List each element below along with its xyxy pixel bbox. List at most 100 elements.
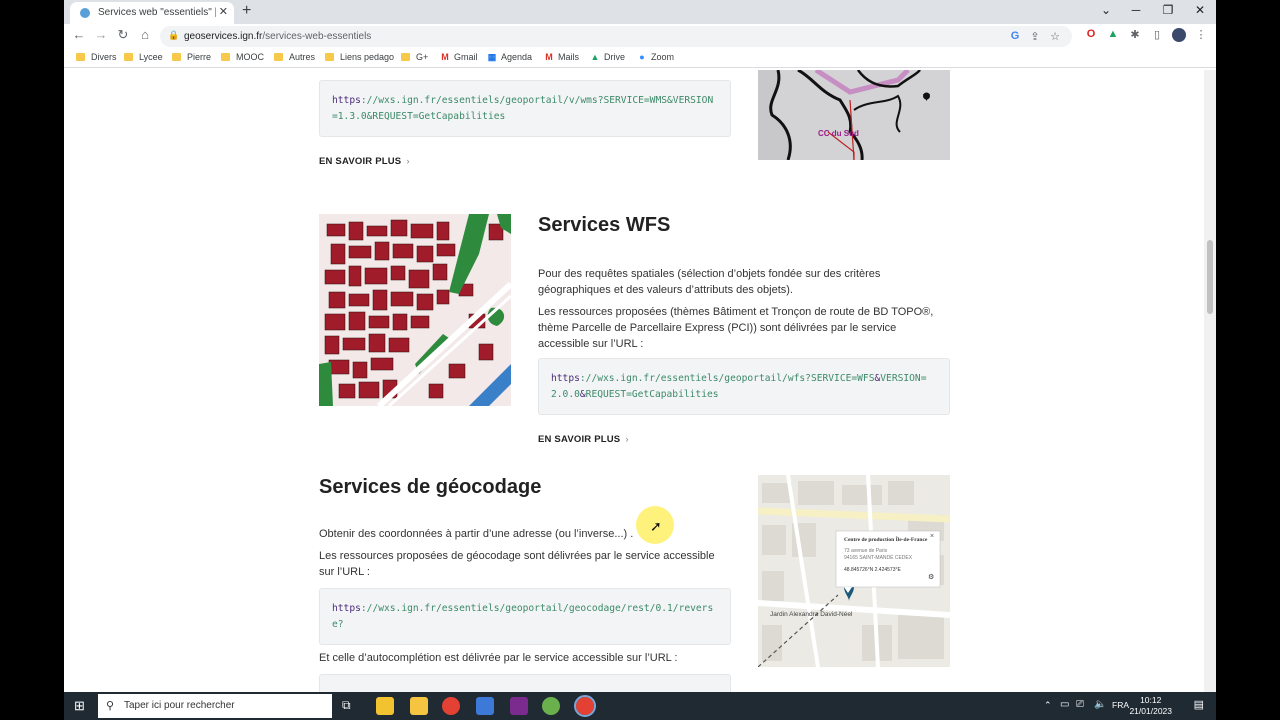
wfs-map-thumbnail	[319, 214, 511, 406]
close-window-icon[interactable]: ✕	[1188, 3, 1212, 17]
new-tab-button[interactable]: +	[242, 2, 251, 20]
page-scrollbar[interactable]	[1204, 70, 1216, 692]
address-bar[interactable]: 🔒 geoservices.ign.fr/services-web-essent…	[160, 26, 1072, 47]
folder-icon	[76, 53, 85, 61]
bookmark-divers[interactable]: Divers	[76, 52, 117, 62]
folder-icon	[221, 53, 230, 61]
forward-arrow-icon[interactable]: →	[92, 27, 110, 42]
scrollbar-thumb[interactable]	[1207, 240, 1213, 314]
folder-icon	[172, 53, 181, 61]
windows-taskbar: ⊞ ⚲ Taper ici pour rechercher ⧉ ⌃ ▭ ⎚ 🔈 …	[64, 692, 1216, 720]
minimize-icon[interactable]: ─	[1124, 3, 1148, 17]
taskbar-search-placeholder: Taper ici pour rechercher	[124, 700, 235, 711]
tray-chevron-icon[interactable]: ⌃	[1044, 700, 1052, 711]
tab-search-chevron-icon[interactable]: ⌄	[1094, 3, 1118, 17]
reload-icon[interactable]: ↻	[114, 27, 132, 43]
geocodage-map-thumbnail: Centre de production Île-de-France 73 av…	[758, 475, 950, 667]
chevron-right-icon: ›	[406, 156, 410, 167]
maximize-icon[interactable]: ❐	[1156, 3, 1180, 17]
mouse-cursor-icon: ➚	[650, 518, 662, 534]
geocodage-url-code[interactable]: https://wxs.ign.fr/essentiels/geoportail…	[319, 588, 731, 645]
map-popup-address-1: 73 avenue de Paris	[844, 548, 888, 554]
map-popup-title: Centre de production Île-de-France	[844, 537, 928, 543]
clock-time: 10:12	[1140, 695, 1162, 705]
tray-language[interactable]: FRA	[1112, 700, 1129, 710]
notifications-icon[interactable]: ▤	[1194, 698, 1204, 711]
folder-icon	[124, 53, 133, 61]
google-lens-icon[interactable]: G	[1006, 30, 1024, 42]
close-tab-icon[interactable]: ✕	[219, 5, 228, 18]
share-icon[interactable]: ⇪	[1026, 30, 1044, 43]
bookmark-drive[interactable]: ▲ Drive	[590, 52, 625, 62]
task-view-icon[interactable]: ⧉	[342, 698, 351, 713]
home-icon[interactable]: ⌂	[136, 27, 154, 42]
gmail-icon: M	[545, 52, 553, 62]
windows-start-icon[interactable]: ⊞	[74, 698, 85, 714]
bookmark-liens-pedago[interactable]: Liens pedago	[325, 52, 394, 62]
wms-map-label: CC du Sud	[818, 129, 859, 138]
bookmark-gmail[interactable]: M Gmail	[440, 52, 477, 62]
extensions-icon[interactable]: ✱	[1126, 28, 1144, 41]
folder-icon	[401, 53, 410, 61]
map-popup-gear-icon[interactable]: ⚙	[928, 573, 934, 581]
bookmark-agenda[interactable]: ▦ Agenda	[487, 52, 532, 63]
wfs-more-link[interactable]: EN SAVOIR PLUS ›	[538, 434, 629, 445]
tray-display-icon[interactable]: ⎚	[1076, 699, 1084, 710]
sticky-notes-icon[interactable]	[376, 697, 394, 715]
taskbar-search-box[interactable]: ⚲ Taper ici pour rechercher	[98, 694, 332, 718]
bookmark-gplus[interactable]: G+	[401, 52, 428, 62]
back-arrow-icon[interactable]: ←	[70, 27, 88, 42]
search-icon: ⚲	[106, 700, 115, 712]
wms-more-link[interactable]: EN SAVOIR PLUS ›	[319, 156, 410, 167]
sidebar-icon[interactable]: ▯	[1148, 28, 1166, 41]
document-icon[interactable]	[476, 697, 494, 715]
bookmark-mails[interactable]: M Mails	[544, 52, 579, 62]
wfs-title: Services WFS	[538, 214, 671, 236]
wfs-paragraph-1: Pour des requêtes spatiales (sélection d…	[538, 268, 881, 296]
bookmarks-bar: Divers Lycee Pierre MOOC Autres Liens pe…	[64, 48, 1216, 68]
folder-icon	[325, 53, 334, 61]
chrome-active-icon[interactable]	[574, 695, 596, 717]
bookmark-lycee[interactable]: Lycee	[124, 52, 163, 62]
favicon-icon	[80, 8, 90, 18]
map-popup-coords: 48.845726°N 2.424573°E	[844, 567, 901, 573]
profile-avatar[interactable]	[1172, 28, 1186, 42]
chrome-icon[interactable]	[442, 697, 460, 715]
opera-icon[interactable]: O	[1082, 28, 1100, 40]
lock-icon: 🔒	[168, 30, 180, 40]
map-place-label: Jardin Alexandra David-Néel	[770, 611, 853, 618]
tab-title: Services web "essentiels" | Géoservices	[98, 7, 216, 18]
tray-volume-icon[interactable]: 🔈	[1094, 699, 1106, 710]
tray-network-icon[interactable]: ▭	[1060, 699, 1069, 710]
page-content: https://wxs.ign.fr/essentiels/geoportail…	[64, 70, 1216, 692]
bookmark-autres[interactable]: Autres	[274, 52, 315, 62]
menu-kebab-icon[interactable]: ⋮	[1192, 28, 1210, 41]
bookmark-star-icon[interactable]: ☆	[1046, 30, 1064, 43]
drive-extension-icon[interactable]: ▲	[1104, 28, 1122, 40]
clock-date: 21/01/2023	[1129, 706, 1172, 716]
chevron-right-icon: ›	[625, 434, 629, 445]
wms-url-code[interactable]: https://wxs.ign.fr/essentiels/geoportail…	[319, 80, 731, 137]
zoom-icon: ●	[639, 52, 645, 62]
wms-map-thumbnail: CC du Sud	[758, 70, 950, 160]
url-text: geoservices.ign.fr/services-web-essentie…	[184, 31, 372, 42]
geocodage-paragraph-2: Les ressources proposées de géocodage so…	[319, 550, 715, 578]
qgis-icon[interactable]	[542, 697, 560, 715]
geocodage-title: Services de géocodage	[319, 476, 542, 498]
bookmark-pierre[interactable]: Pierre	[172, 52, 211, 62]
browser-window: Services web "essentiels" | Géoservices …	[64, 0, 1216, 692]
media-app-icon[interactable]	[510, 697, 528, 715]
tab-active[interactable]: Services web "essentiels" | Géoservices …	[70, 2, 234, 24]
tray-clock[interactable]: 10:12 21/01/2023	[1129, 695, 1172, 717]
map-popup-close-icon[interactable]: ×	[930, 533, 934, 540]
wfs-url-code[interactable]: https://wxs.ign.fr/essentiels/geoportail…	[538, 358, 950, 415]
map-popup-address-2: 94165 SAINT-MANDÉ CEDEX	[844, 555, 913, 561]
drive-icon: ▲	[590, 52, 600, 62]
toolbar: ← → ↻ ⌂ 🔒 geoservices.ign.fr/services-we…	[64, 24, 1216, 48]
folder-icon	[274, 53, 283, 61]
wfs-paragraph-2: Les ressources proposées (thèmes Bâtimen…	[538, 306, 934, 350]
file-explorer-icon[interactable]	[410, 697, 428, 715]
bookmark-mooc[interactable]: MOOC	[221, 52, 264, 62]
bookmark-zoom[interactable]: ● Zoom	[637, 52, 674, 62]
autocompletion-url-code[interactable]	[319, 674, 731, 692]
